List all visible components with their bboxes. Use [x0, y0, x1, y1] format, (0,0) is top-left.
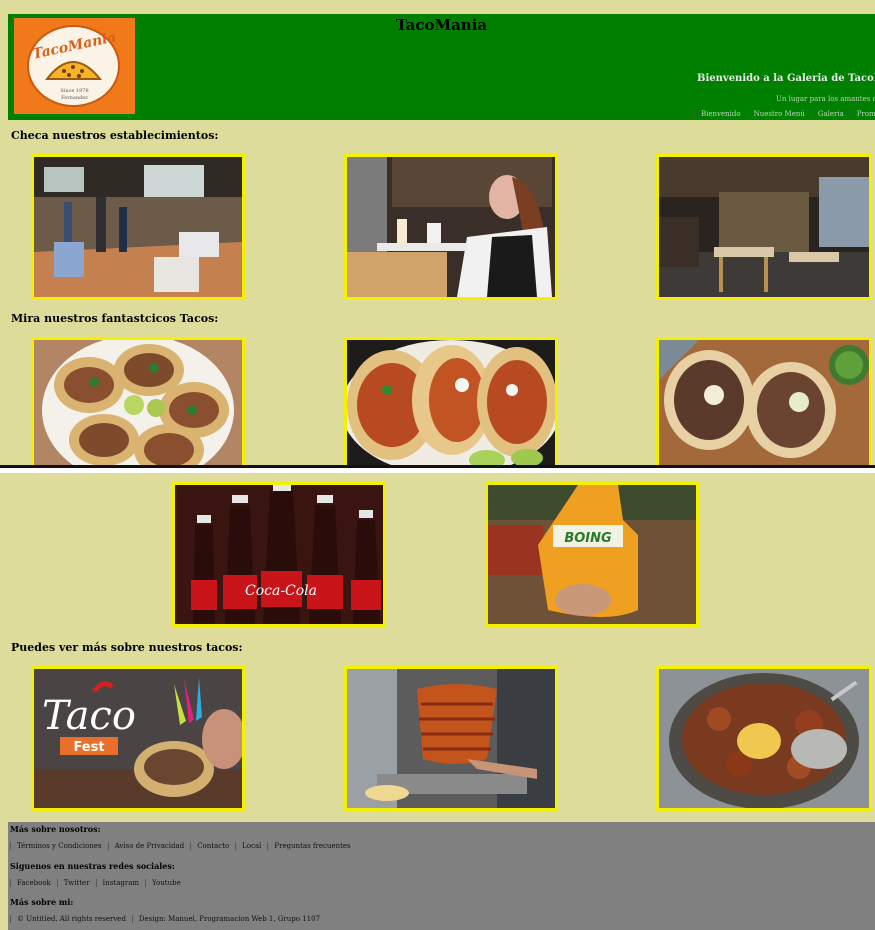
boing-label: BOING [564, 531, 612, 546]
coca-cola-label: Coca-Cola [245, 583, 317, 599]
nav-link-promociones[interactable]: Promocio [849, 110, 875, 118]
footer-link-local[interactable]: Local [235, 842, 267, 850]
tacos-on-white-plate-photo [31, 337, 245, 472]
section-title-tacos: Mira nuestros fantastcicos Tacos: [11, 312, 219, 325]
section-title-more-tacos: Puedes ver más sobre nuestros tacos: [11, 641, 243, 654]
taco-fest-banner-photo: Taco Fest [31, 666, 245, 811]
footer-copyright: © Untitled. All rights reserved [10, 915, 132, 923]
welcome-heading: Bienvenido a la Galeria de TacoMani [697, 73, 875, 84]
nav-link-menu[interactable]: Nuestro Menú [746, 110, 811, 118]
tacos-on-wooden-board-photo [656, 337, 872, 472]
footer-link-twitter[interactable]: Twitter [56, 879, 96, 887]
main-nav: BienvenidoNuestro MenúGaleriaPromocio [694, 110, 875, 118]
restaurant-dining-room-photo [31, 154, 245, 300]
site-title: TacoMania [395, 16, 488, 34]
site-footer: Más sobre nosotros: Términos y Condicion… [8, 822, 875, 930]
mixed-meats-pan-photo [656, 666, 872, 811]
tagline: Un lugar para los amantes del M [776, 95, 875, 103]
taco-fest-subtitle: Fest [73, 740, 104, 755]
logo-subtext: Since 1978 [60, 88, 89, 94]
taco-fest-title: Taco [42, 693, 136, 739]
nav-link-bienvenido[interactable]: Bienvenido [694, 110, 747, 118]
footer-link-youtube[interactable]: Youtube [145, 879, 187, 887]
footer-design-credit: Design: Manuel, Programacion Web 1, Grup… [131, 915, 326, 923]
footer-title-social: Siguenos en nuestras redes sociales: [10, 861, 175, 871]
footer-link-privacy[interactable]: Aviso de Privacidad [107, 842, 191, 850]
trompo-al-pastor-photo [344, 666, 558, 811]
footer-link-contact[interactable]: Contacto [190, 842, 235, 850]
footer-link-instagram[interactable]: Instagram [95, 879, 146, 887]
footer-about-links: Términos y Condiciones Aviso de Privacida… [10, 842, 357, 850]
footer-social-links: Facebook Twitter Instagram Youtube [10, 879, 187, 887]
nav-link-galeria[interactable]: Galeria [810, 110, 850, 118]
coca-cola-bottles-photo: Coca-Cola [172, 482, 386, 627]
page-break-line [0, 465, 875, 468]
waitress-serving-drinks-photo [344, 154, 558, 300]
section-title-establishments: Checa nuestros establecimientos: [11, 129, 219, 142]
footer-title-about: Más sobre nosotros: [10, 824, 101, 834]
logo-subtext-2: Fernandez [61, 95, 88, 101]
footer-link-faq[interactable]: Preguntas frecuentes [267, 842, 356, 850]
site-header: TacoMania Since 1978 Fernandez TacoMania… [8, 14, 875, 120]
footer-credits: © Untitled. All rights reserved Design: M… [10, 915, 326, 923]
footer-link-facebook[interactable]: Facebook [10, 879, 57, 887]
boing-juice-bottle-photo: BOING [485, 482, 699, 627]
dark-restaurant-interior-photo [656, 154, 872, 300]
tacos-with-lime-photo [344, 337, 558, 472]
footer-link-terms[interactable]: Términos y Condiciones [10, 842, 108, 850]
footer-title-me: Más sobre mi: [10, 897, 74, 907]
